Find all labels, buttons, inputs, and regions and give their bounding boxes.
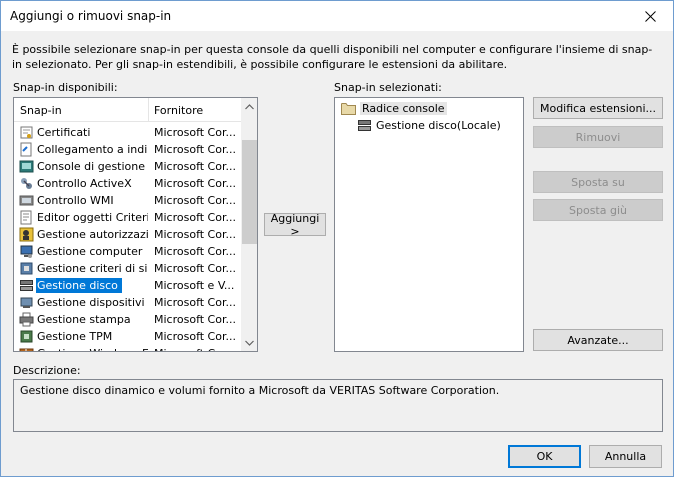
description-text: Gestione disco dinamico e volumi fornito… [20, 384, 500, 397]
list-header: Snap-in Fornitore [14, 98, 241, 122]
list-item-vendor: Microsoft Cor... [154, 160, 236, 173]
close-button[interactable] [627, 1, 673, 31]
list-item-vendor: Microsoft Cor... [154, 245, 236, 258]
list-item-vendor: Microsoft Cor... [154, 228, 236, 241]
activex-icon [21, 178, 32, 189]
console-icon [19, 160, 34, 173]
list-item-name: Collegamento a indir... [37, 143, 148, 156]
list-item[interactable]: Gestione stampa Microsoft Cor... [14, 311, 241, 328]
list-item-name: Gestione stampa [37, 313, 131, 326]
policy-editor-icon [20, 210, 32, 225]
list-item-name: Certificati [37, 126, 91, 139]
list-item[interactable]: Gestione disco Microsoft e V... [14, 277, 241, 294]
security-policy-icon [20, 262, 33, 275]
computer-management-icon [20, 245, 33, 258]
selected-snapins-label: Snap-in selezionati: [334, 81, 442, 94]
column-header-snapin[interactable]: Snap-in [20, 104, 62, 117]
chevron-down-icon [245, 340, 254, 346]
printer-icon [19, 312, 34, 327]
edit-extensions-button[interactable]: Modifica estensioni... [533, 97, 663, 119]
tpm-icon [20, 330, 33, 343]
list-item-vendor: Microsoft Cor... [154, 330, 236, 343]
list-item-vendor: Microsoft Cor... [154, 211, 236, 224]
list-item-vendor: Microsoft Cor... [154, 346, 239, 351]
list-item[interactable]: Controllo ActiveX Microsoft Cor... [14, 175, 241, 192]
list-item-name: Editor oggetti Criteri... [37, 211, 148, 224]
link-icon [20, 142, 32, 157]
move-down-button[interactable]: Sposta giù [533, 199, 663, 221]
list-item-name: Gestione Windows Ef... [36, 346, 148, 351]
list-item[interactable]: Gestione computer Microsoft Cor... [14, 243, 241, 260]
list-rows: Certificati Microsoft Cor... Collegamento … [14, 124, 241, 351]
description-label: Descrizione: [13, 364, 81, 377]
list-item-name: Controllo ActiveX [37, 177, 132, 190]
list-item-name: Gestione criteri di sic... [37, 262, 148, 275]
list-item-vendor: Microsoft Cor... [154, 313, 236, 326]
list-item[interactable]: Editor oggetti Criteri... Microsoft Cor..… [14, 209, 241, 226]
list-item-name: Gestione disco [36, 278, 122, 293]
certificate-icon [20, 126, 33, 139]
advanced-button[interactable]: Avanzate... [533, 329, 663, 351]
list-item-name: Gestione TPM [37, 330, 113, 343]
available-snapins-list[interactable]: Snap-in Fornitore Certificati Microsoft C… [13, 97, 258, 352]
ok-button[interactable]: OK [508, 445, 581, 468]
list-item-vendor: Microsoft Cor... [154, 177, 236, 190]
device-manager-icon [20, 297, 33, 308]
add-button[interactable]: Aggiungi > [264, 212, 326, 238]
list-item[interactable]: Collegamento a indir... Microsoft Cor... [14, 141, 241, 158]
move-up-button[interactable]: Sposta su [533, 171, 663, 193]
dialog-window: Aggiungi o rimuovi snap-in È possibile s… [0, 0, 674, 477]
authorization-icon [19, 227, 34, 242]
list-item-vendor: Microsoft Cor... [154, 126, 236, 139]
list-item-name: Controllo WMI [37, 194, 114, 207]
scroll-up-button[interactable] [241, 98, 257, 115]
selected-snapins-tree[interactable]: Radice console Gestione disco(Locale) [334, 97, 524, 352]
folder-icon [341, 103, 356, 115]
list-item[interactable]: Console di gestione ... Microsoft Cor... [14, 158, 241, 175]
close-icon [644, 10, 656, 22]
window-title: Aggiungi o rimuovi snap-in [10, 9, 172, 23]
list-item-name: Gestione dispositivi [37, 296, 145, 309]
cancel-button[interactable]: Annulla [589, 445, 662, 468]
list-item[interactable]: Gestione dispositivi Microsoft Cor... [14, 294, 241, 311]
list-item[interactable]: Gestione Windows Ef... Microsoft Cor... [14, 345, 241, 351]
list-item-name: Console di gestione ... [37, 160, 148, 173]
scroll-down-button[interactable] [241, 334, 257, 351]
tree-root-label: Radice console [360, 102, 447, 115]
disk-icon [358, 120, 371, 131]
tree-child-label: Gestione disco(Locale) [376, 119, 501, 132]
list-item-vendor: Microsoft e V... [154, 279, 235, 292]
list-item-vendor: Microsoft Cor... [154, 143, 236, 156]
column-header-vendor[interactable]: Fornitore [154, 104, 203, 117]
wmi-icon [19, 195, 34, 206]
list-item-vendor: Microsoft Cor... [154, 262, 236, 275]
description-box: Gestione disco dinamico e volumi fornito… [13, 379, 663, 432]
remove-button[interactable]: Rimuovi [533, 126, 663, 148]
list-item-name: Gestione autorizzazioni [37, 228, 148, 241]
list-item[interactable]: Gestione criteri di sic... Microsoft Cor.… [14, 260, 241, 277]
list-item-vendor: Microsoft Cor... [154, 194, 236, 207]
list-item-name: Gestione computer [37, 245, 143, 258]
list-item[interactable]: Gestione TPM Microsoft Cor... [14, 328, 241, 345]
disk-icon [20, 280, 33, 291]
intro-text: È possibile selezionare snap-in per ques… [12, 43, 653, 71]
list-item-vendor: Microsoft Cor... [154, 296, 236, 309]
list-item[interactable]: Certificati Microsoft Cor... [14, 124, 241, 141]
scroll-thumb[interactable] [242, 140, 257, 244]
title-bar: Aggiungi o rimuovi snap-in [1, 1, 673, 31]
available-snapins-label: Snap-in disponibili: [13, 81, 118, 94]
firewall-icon [19, 348, 34, 351]
list-item[interactable]: Gestione autorizzazioni Microsoft Cor... [14, 226, 241, 243]
list-item[interactable]: Controllo WMI Microsoft Cor... [14, 192, 241, 209]
column-separator[interactable] [148, 98, 149, 122]
vertical-scrollbar[interactable] [241, 98, 257, 351]
chevron-up-icon [245, 103, 254, 109]
